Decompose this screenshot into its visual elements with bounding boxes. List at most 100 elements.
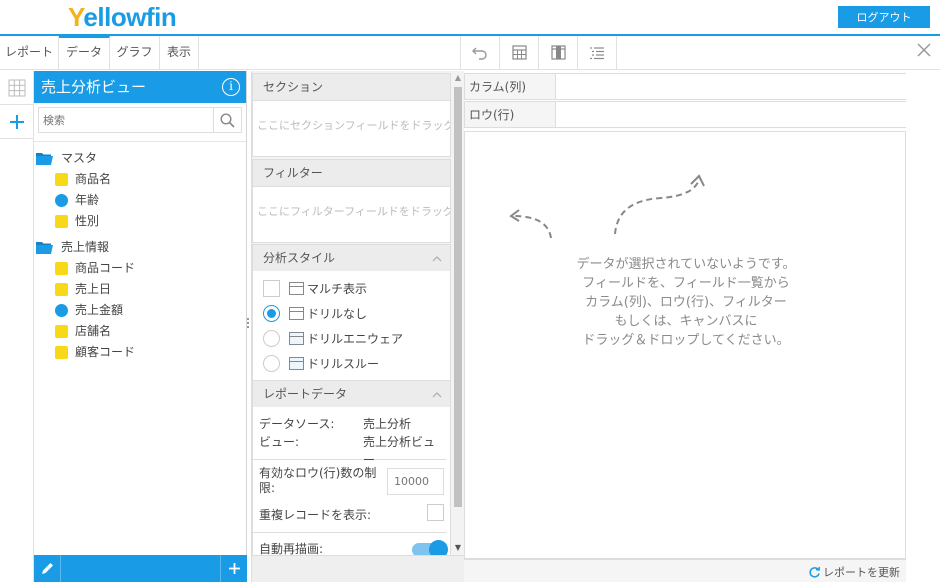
column-drop-zone[interactable] (555, 74, 906, 99)
collapse-icon[interactable] (432, 381, 442, 408)
field-item[interactable]: 売上日 (34, 279, 246, 300)
section-drop-zone[interactable]: ここにセクションフィールドをドラッグ (252, 100, 451, 157)
no-drill-radio[interactable] (263, 305, 280, 322)
view-row: ビュー: 売上分析ビュー (259, 433, 446, 467)
table-layout-icon (511, 45, 527, 60)
yellowfin-logo: Yellowfin (68, 2, 177, 32)
field-item[interactable]: 性別 (34, 211, 246, 232)
field-item[interactable]: 売上金額 (34, 300, 246, 321)
row-limit-label: 有効なロウ(行)数の制限: (259, 466, 377, 495)
scroll-up-arrow[interactable]: ▲ (455, 73, 461, 82)
dimension-icon (55, 262, 68, 275)
row-axis-row: ロウ(行) (464, 101, 906, 128)
field-search (38, 107, 242, 133)
section-header: セクション (252, 73, 451, 100)
folder-open-icon (36, 153, 53, 165)
field-item[interactable]: 店舗名 (34, 321, 246, 342)
drill-anywhere-radio[interactable] (263, 330, 280, 347)
field-label: 顧客コード (75, 345, 136, 359)
tab-data[interactable]: データ (59, 36, 110, 69)
drill-anywhere-option[interactable]: ドリルエニウェア (263, 326, 450, 351)
side-icon-strip (0, 71, 34, 582)
show-duplicates-row: 重複レコードを表示: (259, 502, 446, 530)
field-item[interactable]: 商品コード (34, 258, 246, 279)
panel-resize-grip[interactable] (247, 318, 250, 330)
datasource-row: データソース: 売上分析 (259, 417, 412, 431)
plus-icon (228, 563, 240, 574)
scroll-down-arrow[interactable]: ▼ (455, 543, 461, 552)
field-item[interactable]: 商品名 (34, 169, 246, 190)
plus-icon (9, 114, 24, 129)
no-drill-icon (289, 307, 304, 320)
field-tree: マスタ商品名年齢性別売上情報商品コード 売上日 売上金額 店舗名顧客コード (34, 141, 246, 363)
tab-display[interactable]: 表示 (160, 36, 199, 69)
canvas-drop-area[interactable]: データが選択されていないようです。 フィールドを、フィールド一覧から カラム(列)、… (464, 131, 906, 559)
add-field-button[interactable] (220, 555, 247, 582)
empty-message-line: もしくは、キャンバスに (614, 314, 758, 329)
undo-button[interactable] (460, 36, 499, 69)
view-header: 売上分析ビュー i (34, 71, 246, 103)
edit-view-button[interactable] (34, 555, 61, 582)
field-label: 商品名 (75, 172, 112, 186)
config-footer (252, 555, 465, 582)
menu-bar: レポート データ グラフ 表示 (0, 36, 940, 70)
view-footer (34, 555, 247, 582)
report-data-body: データソース: 売上分析 ビュー: 売上分析ビュー 有効なロウ(行)数の制限: … (252, 407, 451, 555)
filter-drop-zone[interactable]: ここにフィルターフィールドをドラッグ (252, 186, 451, 243)
field-item[interactable]: 年齢 (34, 190, 246, 211)
show-duplicates-checkbox[interactable] (427, 504, 444, 521)
drill-through-radio[interactable] (263, 355, 280, 372)
drill-anywhere-icon (289, 332, 304, 345)
datasource-value: 売上分析 (363, 417, 412, 431)
logout-button[interactable]: ログアウト (838, 6, 930, 28)
metric-icon (55, 194, 68, 207)
dimension-icon (55, 173, 68, 186)
grid-view-button[interactable] (0, 71, 33, 105)
view-field-panel: 売上分析ビュー i マスタ商品名年齢性別売上情報商品コード売上日売上金額店舗名顧… (34, 71, 247, 582)
auto-refresh-toggle[interactable] (412, 540, 448, 555)
empty-message-line: データが選択されていないようです。 (576, 257, 796, 272)
tab-report[interactable]: レポート (0, 36, 59, 69)
multi-display-option[interactable]: マルチ表示 (263, 276, 450, 301)
field-label: 年齢 (75, 193, 100, 207)
column-layout-button[interactable] (538, 36, 577, 69)
view-value: 売上分析ビュー (363, 435, 436, 467)
empty-message-line: フィールドを、フィールド一覧から (582, 276, 790, 291)
folder-row[interactable]: 売上情報 (34, 237, 246, 258)
drill-through-icon (289, 357, 304, 370)
tab-chart[interactable]: グラフ (110, 36, 160, 69)
column-layout-icon (550, 45, 566, 60)
filter-header: フィルター (252, 159, 451, 186)
search-button[interactable] (213, 108, 241, 132)
arrow-right-icon (614, 174, 705, 235)
list-format-icon (590, 46, 604, 59)
folder-row[interactable]: マスタ (34, 148, 246, 169)
row-drop-zone[interactable] (555, 102, 906, 127)
canvas-right-margin (906, 71, 940, 582)
dimension-icon (55, 215, 68, 228)
no-drill-option[interactable]: ドリルなし (263, 301, 450, 326)
dimension-icon (55, 346, 68, 359)
empty-message-line: カラム(列)、ロウ(行)、フィルター (585, 295, 787, 310)
info-icon[interactable]: i (222, 78, 240, 96)
add-button[interactable] (0, 105, 33, 139)
search-input[interactable] (39, 108, 214, 132)
refresh-report-button[interactable]: レポートを更新 (808, 564, 900, 580)
field-item[interactable]: 顧客コード (34, 342, 246, 363)
row-limit-row: 有効なロウ(行)数の制限: (259, 466, 446, 502)
undo-icon (472, 47, 487, 60)
close-icon[interactable] (916, 42, 932, 62)
list-format-button[interactable] (577, 36, 617, 69)
folder-label: 売上情報 (61, 240, 110, 254)
field-label: 性別 (75, 214, 100, 228)
analysis-style-header[interactable]: 分析スタイル (252, 244, 451, 271)
dimension-icon (55, 325, 68, 338)
config-scrollbar[interactable] (454, 87, 462, 507)
column-axis-label: カラム(列) (469, 80, 527, 94)
collapse-icon[interactable] (432, 245, 442, 272)
row-limit-input[interactable] (387, 468, 444, 495)
drill-through-option[interactable]: ドリルスルー (263, 351, 450, 376)
multi-display-checkbox[interactable] (263, 280, 280, 297)
table-layout-button[interactable] (499, 36, 538, 69)
report-data-header[interactable]: レポートデータ (252, 380, 451, 407)
